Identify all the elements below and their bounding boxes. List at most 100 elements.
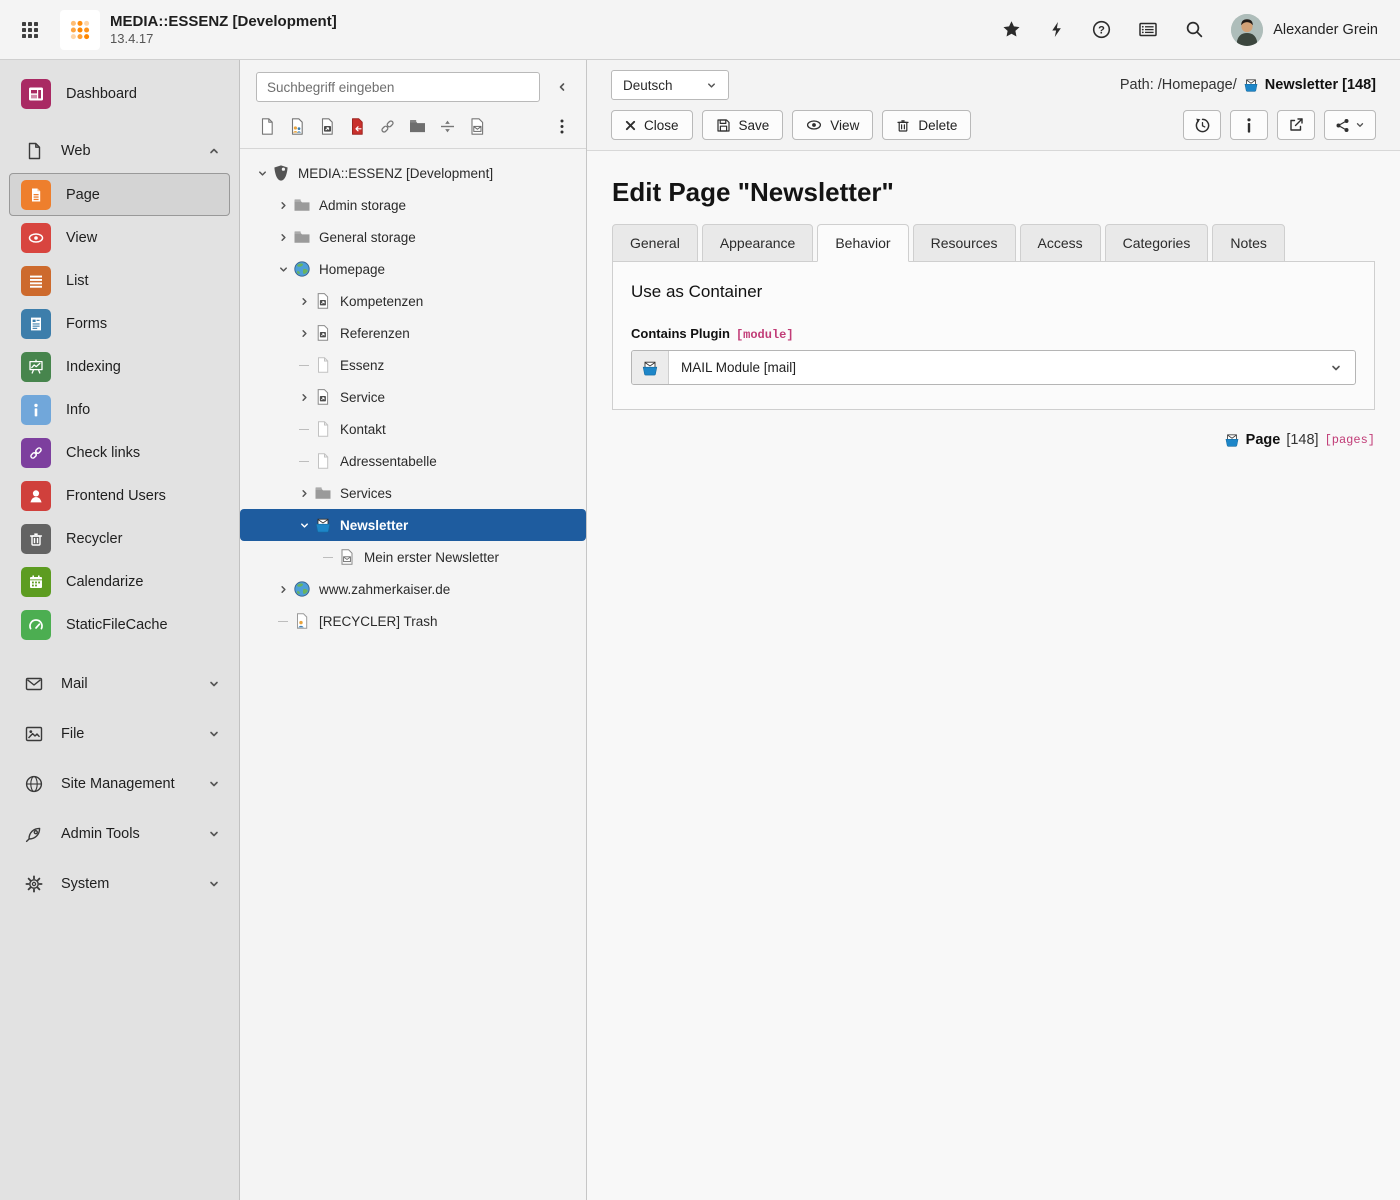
share-button[interactable] — [1324, 110, 1376, 140]
open-in-new-window-button[interactable] — [1277, 110, 1315, 140]
new-link-page-icon[interactable] — [345, 114, 369, 138]
tree-node[interactable]: Services — [240, 477, 586, 509]
sidebar-section-web[interactable]: Web — [9, 129, 230, 173]
sidebar-item-label: Calendarize — [66, 574, 143, 590]
save-button[interactable]: Save — [702, 110, 784, 140]
system-information-button[interactable] — [1138, 20, 1158, 39]
breadcrumb-path: Path: /Homepage/ — [1120, 77, 1237, 93]
sidebar-section-system[interactable]: System — [9, 862, 230, 906]
sidebar-item-page[interactable]: Page — [9, 173, 230, 216]
contains-plugin-select[interactable]: MAIL Module [mail] — [631, 350, 1356, 385]
sidebar-item-label: View — [66, 230, 97, 246]
close-button[interactable]: Close — [611, 110, 693, 140]
history-button[interactable] — [1183, 110, 1221, 140]
section-heading: Use as Container — [631, 282, 1356, 302]
tab-categories[interactable]: Categories — [1105, 224, 1209, 262]
tree-toggle-icon[interactable] — [294, 296, 314, 307]
tree-toggle-icon[interactable] — [294, 328, 314, 339]
tree-node[interactable]: Mein erster Newsletter — [240, 541, 586, 573]
sidebar-item-recycler[interactable]: Recycler — [9, 517, 230, 560]
sidebar-item-staticfilecache[interactable]: StaticFileCache — [9, 603, 230, 646]
sidebar-item-list[interactable]: List — [9, 259, 230, 302]
sidebar-section-admin-tools[interactable]: Admin Tools — [9, 812, 230, 856]
sidebar-section-mail[interactable]: Mail — [9, 662, 230, 706]
tree-node[interactable]: Homepage — [240, 253, 586, 285]
tree-node-selected[interactable]: Newsletter — [240, 509, 586, 541]
tab-resources[interactable]: Resources — [913, 224, 1016, 262]
tree-toggle-icon[interactable] — [273, 584, 293, 595]
document-icon — [24, 141, 44, 161]
sidebar-item-dashboard[interactable]: Dashboard — [9, 72, 230, 115]
sidebar-item-indexing[interactable]: Indexing — [9, 345, 230, 388]
new-page-frontend-users-icon[interactable] — [285, 114, 309, 138]
delete-button[interactable]: Delete — [882, 110, 971, 140]
globe-icon — [24, 774, 44, 794]
tree-node[interactable]: Referenzen — [240, 317, 586, 349]
tree-node[interactable]: General storage — [240, 221, 586, 253]
sidebar-item-calendarize[interactable]: Calendarize — [9, 560, 230, 603]
tab-notes[interactable]: Notes — [1212, 224, 1285, 262]
tree-more-options-icon[interactable] — [550, 114, 574, 138]
tree-toggle-icon[interactable] — [252, 168, 272, 179]
bookmarks-button[interactable] — [1002, 20, 1021, 39]
tree-node[interactable]: Admin storage — [240, 189, 586, 221]
tree-toggle-icon[interactable] — [294, 392, 314, 403]
tree-node[interactable]: Service — [240, 381, 586, 413]
view-button[interactable]: View — [792, 110, 873, 140]
tab-appearance[interactable]: Appearance — [702, 224, 814, 262]
new-page-icon[interactable] — [255, 114, 279, 138]
sidebar-section-label: File — [61, 726, 84, 742]
module-menu-toggle-button[interactable] — [14, 14, 46, 46]
shortcut-page-icon — [314, 292, 339, 310]
folder-icon — [293, 196, 318, 214]
tab-access[interactable]: Access — [1020, 224, 1101, 262]
tree-toggle-icon[interactable] — [294, 488, 314, 499]
tree-toggle-icon[interactable] — [273, 232, 293, 243]
new-mail-page-icon[interactable] — [465, 114, 489, 138]
tree-node[interactable]: Kompetenzen — [240, 285, 586, 317]
user-menu[interactable]: Alexander Grein — [1231, 14, 1378, 46]
new-link-icon[interactable] — [375, 114, 399, 138]
sidebar-item-forms[interactable]: Forms — [9, 302, 230, 345]
brand[interactable]: MEDIA::ESSENZ [Development] 13.4.17 — [60, 10, 337, 50]
tree-node[interactable]: Essenz — [240, 349, 586, 381]
trash-icon — [896, 118, 910, 133]
svg-text:?: ? — [1098, 24, 1105, 36]
sidebar-section-file[interactable]: File — [9, 712, 230, 756]
sidebar-item-info[interactable]: Info — [9, 388, 230, 431]
tree-toggle-icon[interactable] — [294, 520, 314, 531]
tree-toggle-icon[interactable] — [273, 200, 293, 211]
system-information-icon — [1138, 20, 1158, 39]
tree-node[interactable]: Kontakt — [240, 413, 586, 445]
sidebar-item-check-links[interactable]: Check links — [9, 431, 230, 474]
tree-node[interactable]: Adressentabelle — [240, 445, 586, 477]
new-shortcut-page-icon[interactable] — [315, 114, 339, 138]
tree-search-input[interactable] — [256, 72, 540, 102]
sidebar-section-label: Admin Tools — [61, 826, 140, 842]
page-title: Edit Page "Newsletter" — [612, 177, 1375, 208]
sidebar-section-site-management[interactable]: Site Management — [9, 762, 230, 806]
tree-node[interactable]: www.zahmerkaiser.de — [240, 573, 586, 605]
language-select[interactable]: Deutsch — [611, 70, 729, 100]
search-button[interactable] — [1185, 20, 1204, 39]
help-button[interactable]: ? — [1092, 20, 1111, 39]
new-divider-icon[interactable] — [435, 114, 459, 138]
record-information-button[interactable] — [1230, 110, 1268, 140]
collapse-tree-button[interactable] — [550, 75, 574, 99]
sidebar-item-view[interactable]: View — [9, 216, 230, 259]
tree-node[interactable]: MEDIA::ESSENZ [Development] — [240, 157, 586, 189]
field-code-tag: [module] — [736, 328, 794, 342]
tab-behavior[interactable]: Behavior — [817, 224, 908, 262]
sidebar-item-frontend-users[interactable]: Frontend Users — [9, 474, 230, 517]
page-tree: MEDIA::ESSENZ [Development] Admin storag… — [240, 149, 586, 637]
clear-cache-button[interactable] — [1048, 20, 1065, 39]
tree-connector-line — [323, 557, 333, 558]
tree-node[interactable]: [RECYCLER] Trash — [240, 605, 586, 637]
sidebar-section-label: System — [61, 876, 109, 892]
history-icon — [1194, 117, 1211, 134]
tree-toggle-icon[interactable] — [273, 264, 293, 275]
mail-open-blue-icon — [1224, 432, 1240, 448]
tab-general[interactable]: General — [612, 224, 698, 262]
folder-icon — [314, 484, 339, 502]
new-folder-icon[interactable] — [405, 114, 429, 138]
